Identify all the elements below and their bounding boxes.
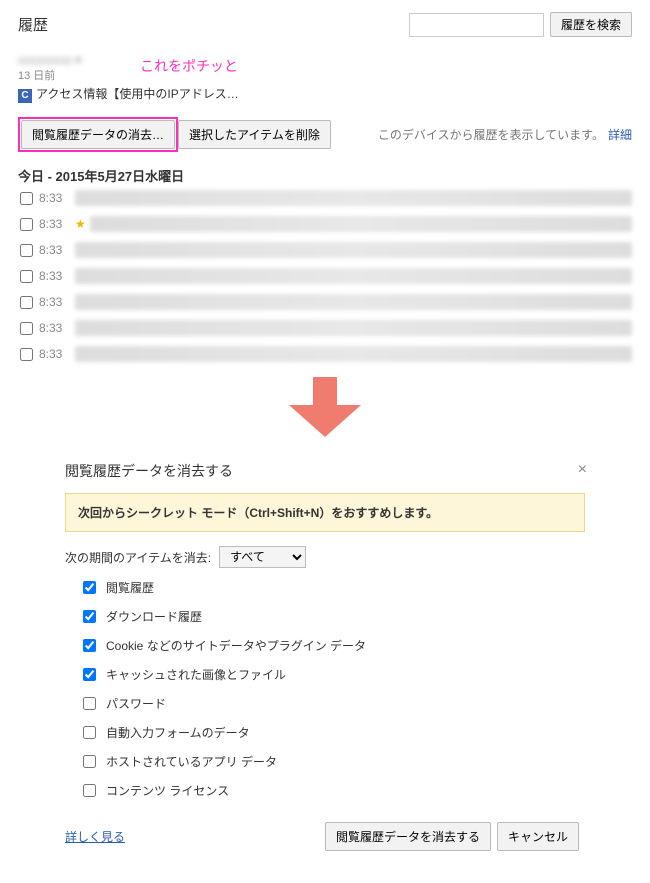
date-heading: 今日 - 2015年5月27日水曜日: [18, 166, 632, 185]
clear-option-checkbox[interactable]: [83, 639, 96, 652]
clear-option-label: 閲覧履歴: [106, 579, 154, 596]
star-icon: ★: [75, 217, 86, 231]
confirm-clear-button[interactable]: 閲覧履歴データを消去する: [325, 822, 491, 851]
delete-selected-button[interactable]: 選択したアイテムを削除: [178, 120, 331, 149]
period-select[interactable]: すべて: [219, 546, 306, 568]
history-row: 8:33: [18, 185, 632, 211]
annotation-click-this: これをポチッと: [140, 56, 238, 76]
clear-option-label: ダウンロード履歴: [106, 608, 202, 625]
page-title: 履歴: [18, 14, 48, 35]
clear-option-label: コンテンツ ライセンス: [106, 782, 229, 799]
history-time: 8:33: [39, 295, 75, 309]
search-button[interactable]: 履歴を検索: [550, 12, 632, 37]
clear-option-row: パスワード: [79, 694, 585, 713]
history-time: 8:33: [39, 217, 75, 231]
dialog-title: 閲覧履歴データを消去する: [65, 461, 585, 481]
clear-option-checkbox[interactable]: [83, 697, 96, 710]
history-row: 8:33: [18, 237, 632, 263]
clear-option-label: パスワード: [106, 695, 166, 712]
history-row-checkbox[interactable]: [20, 218, 33, 231]
clear-browsing-data-button[interactable]: 閲覧履歴データの消去…: [21, 120, 175, 149]
history-row: 8:33: [18, 341, 632, 367]
device-note: このデバイスから履歴を表示しています。詳細: [378, 126, 632, 143]
clear-option-row: 閲覧履歴: [79, 578, 585, 597]
clear-option-checkbox[interactable]: [83, 784, 96, 797]
history-time: 8:33: [39, 191, 75, 205]
user-name-blurred: xxxxxxxxx ▾: [18, 53, 632, 67]
history-entry-blurred[interactable]: [75, 294, 632, 310]
history-entry-blurred[interactable]: [90, 216, 632, 232]
history-row-checkbox[interactable]: [20, 322, 33, 335]
clear-option-row: コンテンツ ライセンス: [79, 781, 585, 800]
clear-option-row: キャッシュされた画像とファイル: [79, 665, 585, 684]
period-label: 次の期間のアイテムを消去:: [65, 549, 211, 566]
clear-option-label: ホストされているアプリ データ: [106, 753, 277, 770]
history-row-checkbox[interactable]: [20, 270, 33, 283]
incognito-banner: 次回からシークレット モード（Ctrl+Shift+N）をおすすめします。: [65, 493, 585, 532]
clear-option-checkbox[interactable]: [83, 668, 96, 681]
history-row-checkbox[interactable]: [20, 192, 33, 205]
clear-option-row: ホストされているアプリ データ: [79, 752, 585, 771]
clear-option-row: 自動入力フォームのデータ: [79, 723, 585, 742]
clear-option-label: Cookie などのサイトデータやプラグイン データ: [106, 637, 366, 654]
history-entry-blurred[interactable]: [75, 190, 632, 206]
history-entry-blurred[interactable]: [75, 320, 632, 336]
clear-option-checkbox[interactable]: [83, 726, 96, 739]
cancel-button[interactable]: キャンセル: [497, 822, 579, 851]
history-row: 8:33★: [18, 211, 632, 237]
history-time: 8:33: [39, 269, 75, 283]
history-time: 8:33: [39, 243, 75, 257]
history-row-checkbox[interactable]: [20, 348, 33, 361]
close-icon[interactable]: ×: [578, 461, 587, 479]
history-time: 8:33: [39, 347, 75, 361]
history-entry-blurred[interactable]: [75, 346, 632, 362]
history-row-checkbox[interactable]: [20, 296, 33, 309]
clear-option-row: ダウンロード履歴: [79, 607, 585, 626]
history-entry-blurred[interactable]: [75, 242, 632, 258]
clear-option-checkbox[interactable]: [83, 755, 96, 768]
history-row-checkbox[interactable]: [20, 244, 33, 257]
details-link[interactable]: 詳細: [608, 128, 632, 142]
history-time: 8:33: [39, 321, 75, 335]
relative-age: 13 日前: [18, 67, 632, 83]
info-badge-icon: C: [18, 89, 32, 103]
access-info: アクセス情報【使用中のIPアドレス…: [36, 87, 239, 101]
history-search-input[interactable]: [409, 13, 544, 37]
down-arrow-icon: [18, 377, 632, 437]
learn-more-link[interactable]: 詳しく見る: [65, 828, 125, 845]
history-row: 8:33: [18, 315, 632, 341]
clear-option-label: キャッシュされた画像とファイル: [106, 666, 286, 683]
clear-option-label: 自動入力フォームのデータ: [106, 724, 250, 741]
history-entry-blurred[interactable]: [75, 268, 632, 284]
clear-option-row: Cookie などのサイトデータやプラグイン データ: [79, 636, 585, 655]
history-row: 8:33: [18, 263, 632, 289]
history-row: 8:33: [18, 289, 632, 315]
clear-option-checkbox[interactable]: [83, 610, 96, 623]
clear-option-checkbox[interactable]: [83, 581, 96, 594]
